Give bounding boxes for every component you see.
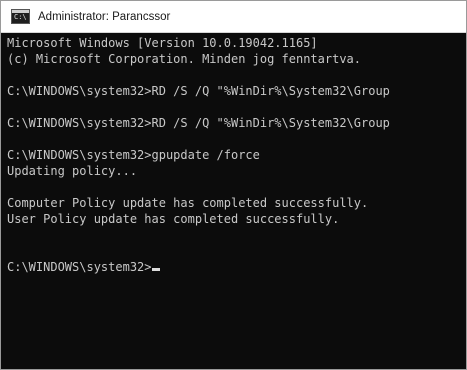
console-line: C:\WINDOWS\system32>gpupdate /force [7, 148, 260, 162]
prompt-line[interactable]: C:\WINDOWS\system32> [7, 259, 466, 275]
console-line: Updating policy... [7, 164, 138, 178]
console-output[interactable]: Microsoft Windows [Version 10.0.19042.11… [1, 33, 466, 369]
title-bar[interactable]: C:\ Administrator: Parancssor [1, 1, 466, 33]
window-title: Administrator: Parancssor [38, 10, 171, 23]
command-prompt-window: C:\ Administrator: Parancssor Microsoft … [0, 0, 467, 370]
console-line: User Policy update has completed success… [7, 212, 340, 226]
text-cursor [151, 268, 160, 271]
console-line: C:\WINDOWS\system32>RD /S /Q "%WinDir%\S… [7, 84, 390, 98]
console-line: C:\WINDOWS\system32>RD /S /Q "%WinDir%\S… [7, 116, 390, 130]
console-line: Microsoft Windows [Version 10.0.19042.11… [7, 36, 318, 50]
console-line: Computer Policy update has completed suc… [7, 196, 369, 210]
cmd-icon: C:\ [11, 9, 30, 24]
prompt-text: C:\WINDOWS\system32> [7, 260, 152, 274]
console-line: (c) Microsoft Corporation. Minden jog fe… [7, 52, 362, 66]
